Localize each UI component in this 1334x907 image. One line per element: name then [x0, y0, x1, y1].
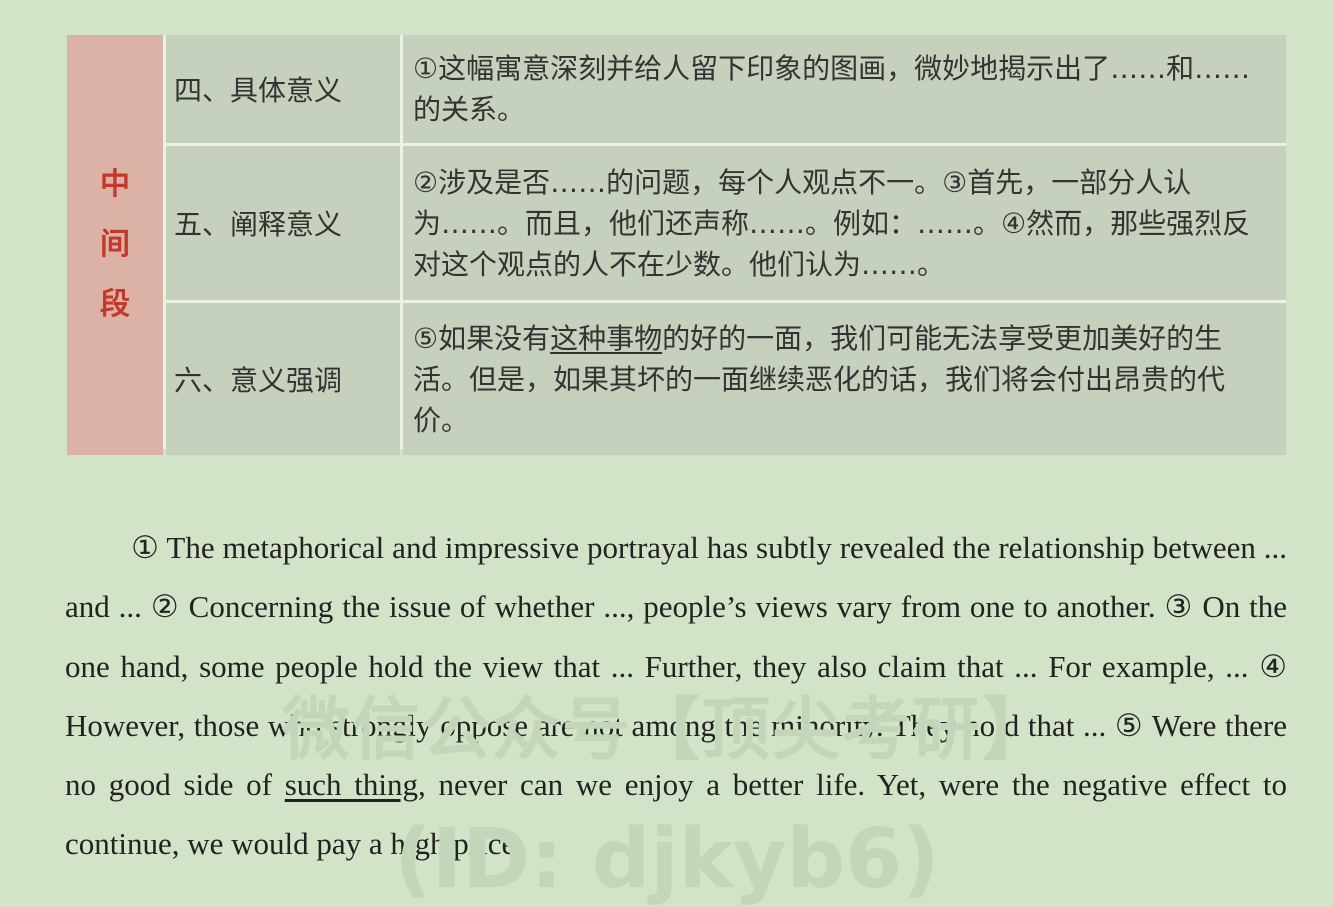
- row-text: ⑤如果没有这种事物的好的一面，我们可能无法享受更加美好的生活。但是，如果其坏的一…: [413, 318, 1278, 441]
- underlined-phrase: such thing: [284, 767, 418, 803]
- text-part: ⑤如果没有: [413, 321, 551, 355]
- section-label-middle: 中 间 段: [67, 35, 163, 455]
- row-text: ①这幅寓意深刻并给人留下印象的图画，微妙地揭示出了……和……的关系。: [413, 52, 1251, 126]
- section-char: 间: [100, 227, 130, 262]
- paragraph-text: ① The metaphorical and impressive portra…: [65, 530, 1287, 803]
- row-text-interpret-meaning: ②涉及是否……的问题，每个人观点不一。③首先，一部分人认为……。而且，他们还声称…: [403, 146, 1286, 300]
- row-text: ②涉及是否……的问题，每个人观点不一。③首先，一部分人认为……。而且，他们还声称…: [413, 165, 1251, 281]
- row-text-emphasize-meaning: ⑤如果没有这种事物的好的一面，我们可能无法享受更加美好的生活。但是，如果其坏的一…: [403, 303, 1286, 455]
- english-paragraph: ① The metaphorical and impressive portra…: [65, 518, 1287, 874]
- row-label-emphasize-meaning: 六、意义强调: [166, 303, 400, 455]
- phrase-table: 中 间 段 四、具体意义 ①这幅寓意深刻并给人留下印象的图画，微妙地揭示出了………: [67, 35, 1286, 455]
- row-label-interpret-meaning: 五、阐释意义: [166, 146, 400, 300]
- section-char: 段: [100, 287, 130, 322]
- row-label-specific-meaning: 四、具体意义: [166, 35, 400, 143]
- section-char: 中: [100, 167, 130, 202]
- row-text-specific-meaning: ①这幅寓意深刻并给人留下印象的图画，微妙地揭示出了……和……的关系。: [403, 35, 1286, 143]
- underlined-phrase: 这种事物: [550, 321, 663, 355]
